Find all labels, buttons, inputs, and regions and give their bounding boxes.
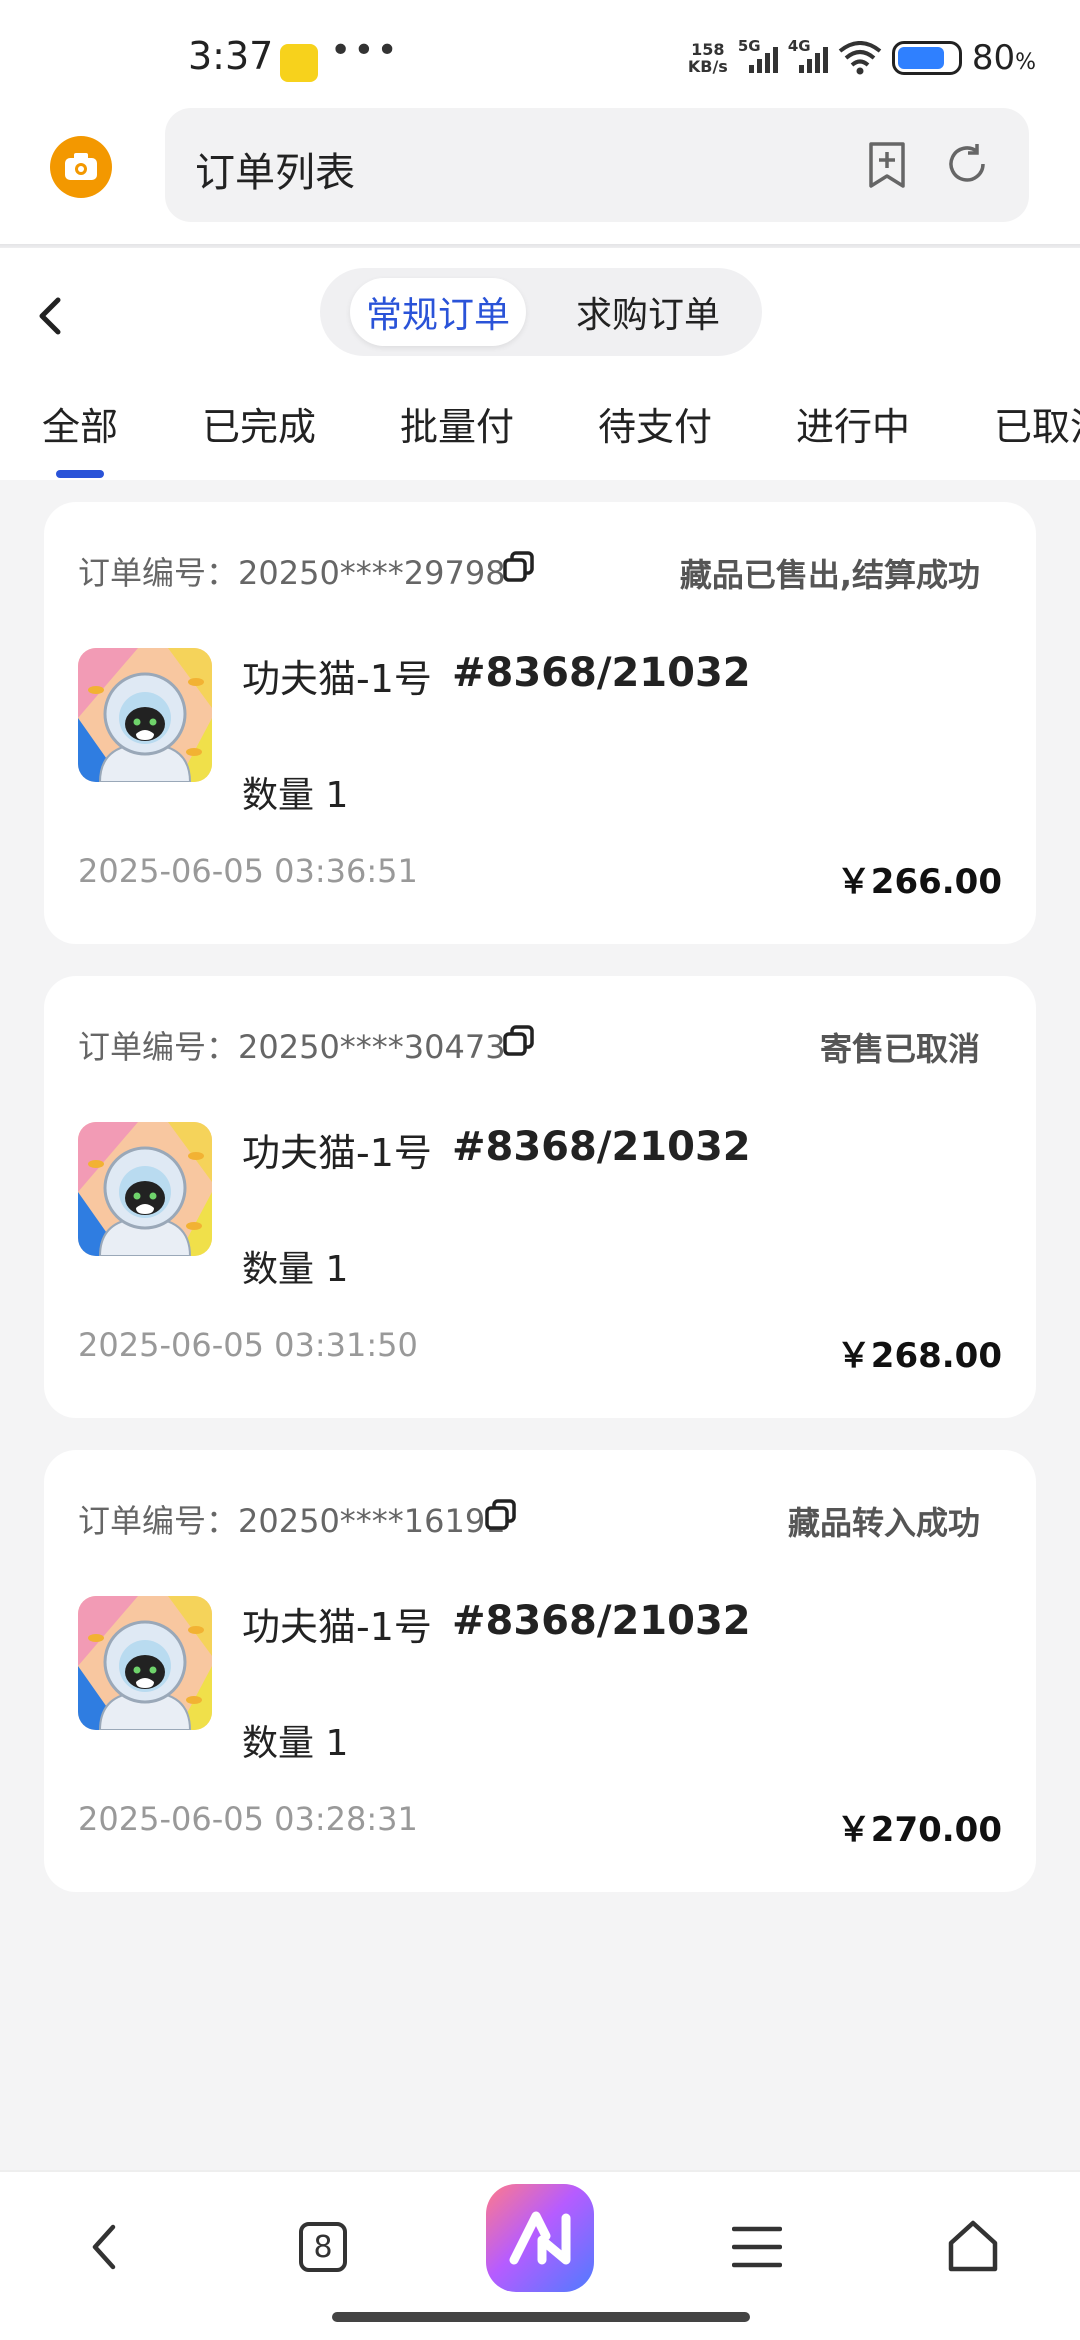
more-notifications-icon: ••• xyxy=(330,30,400,71)
status-time: 3:37 xyxy=(188,34,274,78)
segment-regular-orders[interactable]: 常规订单 xyxy=(350,278,526,346)
product-serial: #8368/21032 xyxy=(452,650,751,696)
status-indicators: 158 KB/s 5G 4G 80% xyxy=(688,36,1036,80)
signal-4g-icon: 4G xyxy=(788,37,828,73)
order-card[interactable]: 订单编号：20250****30473 寄售已取消 功夫猫-1号 #8368/2… xyxy=(44,976,1036,1418)
product-thumbnail xyxy=(78,648,212,782)
order-price: ￥266.00 xyxy=(836,862,1002,902)
product-name: 功夫猫-1号 xyxy=(242,1605,432,1649)
product-serial: #8368/21032 xyxy=(452,1124,751,1170)
copy-icon[interactable] xyxy=(502,550,536,584)
battery-percent: 80% xyxy=(972,38,1036,78)
browser-logo-icon[interactable] xyxy=(486,2184,594,2292)
network-speed: 158 KB/s xyxy=(688,41,728,75)
order-date: 2025-06-05 03:28:31 xyxy=(78,1800,418,1838)
order-card[interactable]: 订单编号：20250****29798 藏品已售出,结算成功 功夫猫-1号 #8… xyxy=(44,502,1036,944)
order-number: 订单编号：20250****16191 xyxy=(78,1502,506,1540)
network-speed-unit: KB/s xyxy=(687,57,728,76)
product-quantity: 数量 1 xyxy=(242,1723,349,1764)
order-type-segment: 常规订单 求购订单 xyxy=(320,268,762,356)
order-number: 订单编号：20250****29798 xyxy=(78,554,506,592)
order-price: ￥268.00 xyxy=(836,1336,1002,1376)
add-bookmark-icon[interactable] xyxy=(865,140,909,190)
order-status: 寄售已取消 xyxy=(819,1030,980,1068)
product-quantity: 数量 1 xyxy=(242,775,349,816)
product-thumbnail xyxy=(78,1596,212,1730)
back-arrow-icon[interactable] xyxy=(30,286,70,346)
camera-icon[interactable] xyxy=(50,136,112,198)
page-header: 常规订单 求购订单 全部 已完成 批量付 待支付 进行中 已取消 xyxy=(0,248,1080,480)
menu-icon[interactable] xyxy=(722,2212,792,2282)
signal-5g-icon: 5G xyxy=(738,37,778,73)
tab-pending-payment[interactable]: 待支付 xyxy=(598,396,712,451)
tab-count: 8 xyxy=(299,2222,347,2272)
order-price: ￥270.00 xyxy=(836,1810,1002,1850)
wifi-icon xyxy=(838,41,882,75)
order-number: 订单编号：20250****30473 xyxy=(78,1028,506,1066)
battery-percent-unit: % xyxy=(1015,50,1036,75)
battery-percent-value: 80 xyxy=(971,38,1016,78)
home-indicator[interactable] xyxy=(332,2312,750,2322)
product-name: 功夫猫-1号 xyxy=(242,657,432,701)
reload-icon[interactable] xyxy=(943,140,991,188)
tab-in-progress[interactable]: 进行中 xyxy=(796,396,910,451)
order-card[interactable]: 订单编号：20250****16191 藏品转入成功 功夫猫-1号 #8368/… xyxy=(44,1450,1036,1892)
product-thumbnail xyxy=(78,1122,212,1256)
order-status: 藏品转入成功 xyxy=(787,1504,980,1542)
order-status: 藏品已售出,结算成功 xyxy=(679,556,980,594)
product-serial: #8368/21032 xyxy=(452,1598,751,1644)
product-name: 功夫猫-1号 xyxy=(242,1131,432,1175)
order-status-tabs: 全部 已完成 批量付 待支付 进行中 已取消 xyxy=(0,396,1080,480)
battery-icon xyxy=(891,41,962,75)
copy-icon[interactable] xyxy=(502,1024,536,1058)
tabs-icon[interactable]: 8 xyxy=(288,2212,358,2282)
network-speed-value: 158 xyxy=(691,40,725,59)
order-date: 2025-06-05 03:36:51 xyxy=(78,852,418,890)
product-quantity: 数量 1 xyxy=(242,1249,349,1290)
active-tab-indicator xyxy=(56,470,104,478)
tab-batch-pay[interactable]: 批量付 xyxy=(400,396,514,451)
page-title: 订单列表 xyxy=(195,150,355,196)
home-icon[interactable] xyxy=(938,2212,1008,2282)
status-bar: 3:37 ••• 158 KB/s 5G 4G 80% xyxy=(0,0,1080,100)
segment-purchase-orders[interactable]: 求购订单 xyxy=(558,278,738,346)
browser-toolbar: 订单列表 xyxy=(0,100,1080,248)
copy-icon[interactable] xyxy=(484,1498,518,1532)
back-icon[interactable] xyxy=(70,2212,140,2282)
tab-cancelled[interactable]: 已取消 xyxy=(994,396,1080,451)
url-bar[interactable]: 订单列表 xyxy=(165,108,1029,222)
order-date: 2025-06-05 03:31:50 xyxy=(78,1326,418,1364)
tab-all[interactable]: 全部 xyxy=(42,396,118,451)
app-notification-icon xyxy=(280,44,318,82)
tab-completed[interactable]: 已完成 xyxy=(202,396,316,451)
